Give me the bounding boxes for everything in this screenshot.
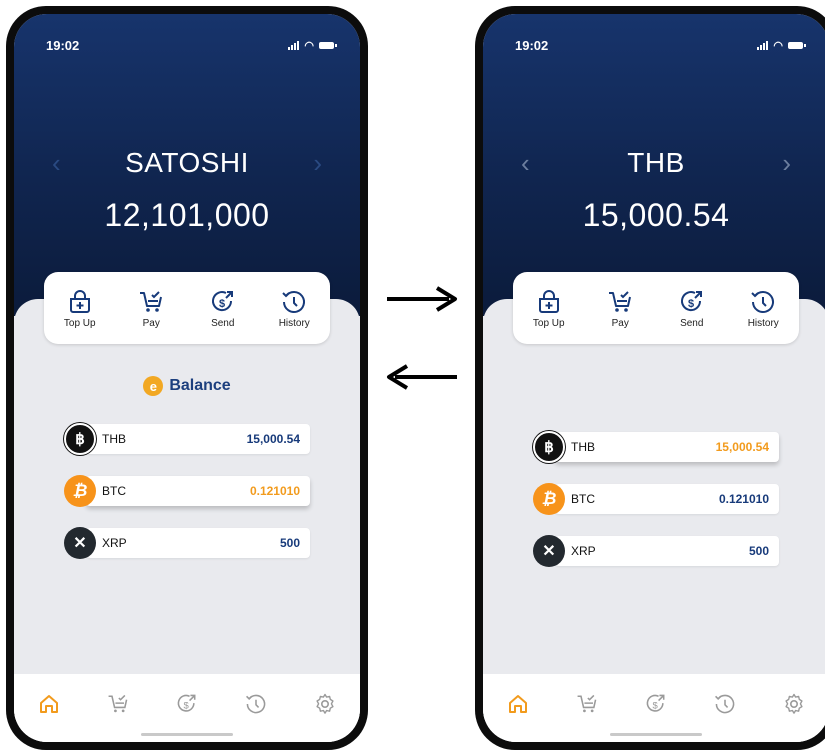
tab-send[interactable] [640, 690, 672, 718]
status-bar: 19:02 ◠ [515, 38, 806, 53]
pay-label: Pay [611, 317, 629, 329]
arrow-right-icon [387, 286, 457, 312]
pay-label: Pay [142, 317, 160, 329]
history-label: History [747, 317, 779, 329]
top-up-icon [535, 288, 563, 316]
currency-name: SATOSHI [125, 147, 249, 178]
send-icon [209, 288, 237, 316]
history-icon [280, 288, 308, 316]
balance-list: ฿ THB 15,000.54 ₿ BTC 0.121010 ✕ XRP 500 [64, 423, 310, 580]
tab-pay[interactable] [102, 690, 134, 718]
cart-icon [575, 692, 599, 716]
wifi-icon: ◠ [773, 40, 783, 52]
arrow-left-icon [387, 364, 457, 390]
cart-icon [106, 692, 130, 716]
currency-value: 15,000.54 [246, 432, 300, 446]
cart-icon [137, 288, 165, 316]
balance-row-xrp[interactable]: ✕ XRP 500 [64, 527, 310, 559]
send-button[interactable]: Send [662, 288, 722, 329]
currency-symbol: BTC [571, 492, 595, 506]
phone-frame-thb: 19:02 ◠ ‹ › THB 15,000.54 Top Up Pay Sen… [475, 6, 825, 750]
balance-row-thb[interactable]: ฿ THB 15,000.54 [533, 431, 779, 463]
currency-amount: 12,101,000 [104, 197, 270, 233]
send-button[interactable]: Send [193, 288, 253, 329]
phone-frame-satoshi: 19:02 ◠ ‹ › SATOSHI 12,101,000 Top Up Pa… [6, 6, 368, 750]
currency-amount: 15,000.54 [582, 197, 730, 233]
balance-row-btc[interactable]: ₿ BTC 0.121010 [64, 475, 310, 507]
wifi-icon: ◠ [304, 40, 314, 52]
battery-icon [319, 42, 337, 49]
home-icon [37, 692, 61, 716]
balance-coin-icon: e [143, 376, 164, 396]
send-label: Send [680, 317, 704, 329]
wallet-screen: 19:02 ◠ ‹ › SATOSHI 12,101,000 Top Up Pa… [14, 14, 360, 742]
currency-value: 15,000.54 [715, 440, 769, 454]
currency-name: THB [627, 147, 685, 178]
currency-value: 500 [748, 544, 769, 558]
top-up-label: Top Up [63, 317, 96, 329]
home-icon [506, 692, 530, 716]
send-icon [175, 692, 199, 716]
tab-settings[interactable] [309, 690, 341, 718]
top-up-button[interactable]: Top Up [519, 288, 579, 329]
balance-row-thb[interactable]: ฿ THB 15,000.54 [64, 423, 310, 455]
history-icon [713, 692, 737, 716]
xrp-icon: ✕ [64, 527, 96, 559]
send-icon [644, 692, 668, 716]
bitcoin-icon: ₿ [64, 475, 96, 507]
signal-icon [757, 41, 769, 50]
baht-coin-icon: ฿ [64, 423, 96, 455]
home-indicator [141, 733, 233, 736]
tab-pay[interactable] [571, 690, 603, 718]
battery-icon [788, 42, 806, 49]
currency-value: 0.121010 [249, 484, 300, 498]
top-up-label: Top Up [532, 317, 565, 329]
history-label: History [278, 317, 310, 329]
settings-icon [782, 692, 806, 716]
status-bar: 19:02 ◠ [46, 38, 337, 53]
tab-send[interactable] [171, 690, 203, 718]
cart-icon [606, 288, 634, 316]
top-up-icon [66, 288, 94, 316]
currency-symbol: THB [571, 440, 595, 454]
pay-button[interactable]: Pay [121, 288, 181, 329]
balance-heading: e Balance [14, 376, 360, 396]
currency-value: 0.121010 [718, 492, 769, 506]
signal-icon [288, 41, 300, 50]
currency-symbol: BTC [102, 484, 126, 498]
tab-history[interactable] [709, 690, 741, 718]
history-button[interactable]: History [733, 288, 793, 329]
history-icon [244, 692, 268, 716]
top-up-button[interactable]: Top Up [50, 288, 110, 329]
status-time: 19:02 [515, 38, 549, 53]
balance-title: Balance [169, 377, 231, 394]
xrp-icon: ✕ [533, 535, 565, 567]
baht-coin-icon: ฿ [533, 431, 565, 463]
bitcoin-icon: ₿ [533, 483, 565, 515]
balance-row-btc[interactable]: ₿ BTC 0.121010 [533, 483, 779, 515]
bottom-tab-bar [14, 674, 360, 742]
wallet-screen: 19:02 ◠ ‹ › THB 15,000.54 Top Up Pay Sen… [483, 14, 825, 742]
tab-settings[interactable] [778, 690, 810, 718]
send-label: Send [211, 317, 235, 329]
pay-button[interactable]: Pay [590, 288, 650, 329]
balance-row-xrp[interactable]: ✕ XRP 500 [533, 535, 779, 567]
currency-symbol: XRP [102, 536, 127, 550]
tab-home[interactable] [502, 690, 534, 718]
currency-symbol: THB [102, 432, 126, 446]
currency-symbol: XRP [571, 544, 596, 558]
history-button[interactable]: History [264, 288, 324, 329]
balance-list: ฿ THB 15,000.54 ₿ BTC 0.121010 ✕ XRP 500 [533, 431, 779, 588]
bottom-tab-bar [483, 674, 825, 742]
send-icon [678, 288, 706, 316]
tab-home[interactable] [33, 690, 65, 718]
quick-actions-bar: Top Up Pay Send History [44, 272, 330, 344]
status-time: 19:02 [46, 38, 80, 53]
currency-value: 500 [279, 536, 300, 550]
quick-actions-bar: Top Up Pay Send History [513, 272, 799, 344]
tab-history[interactable] [240, 690, 272, 718]
settings-icon [313, 692, 337, 716]
home-indicator [610, 733, 702, 736]
history-icon [749, 288, 777, 316]
